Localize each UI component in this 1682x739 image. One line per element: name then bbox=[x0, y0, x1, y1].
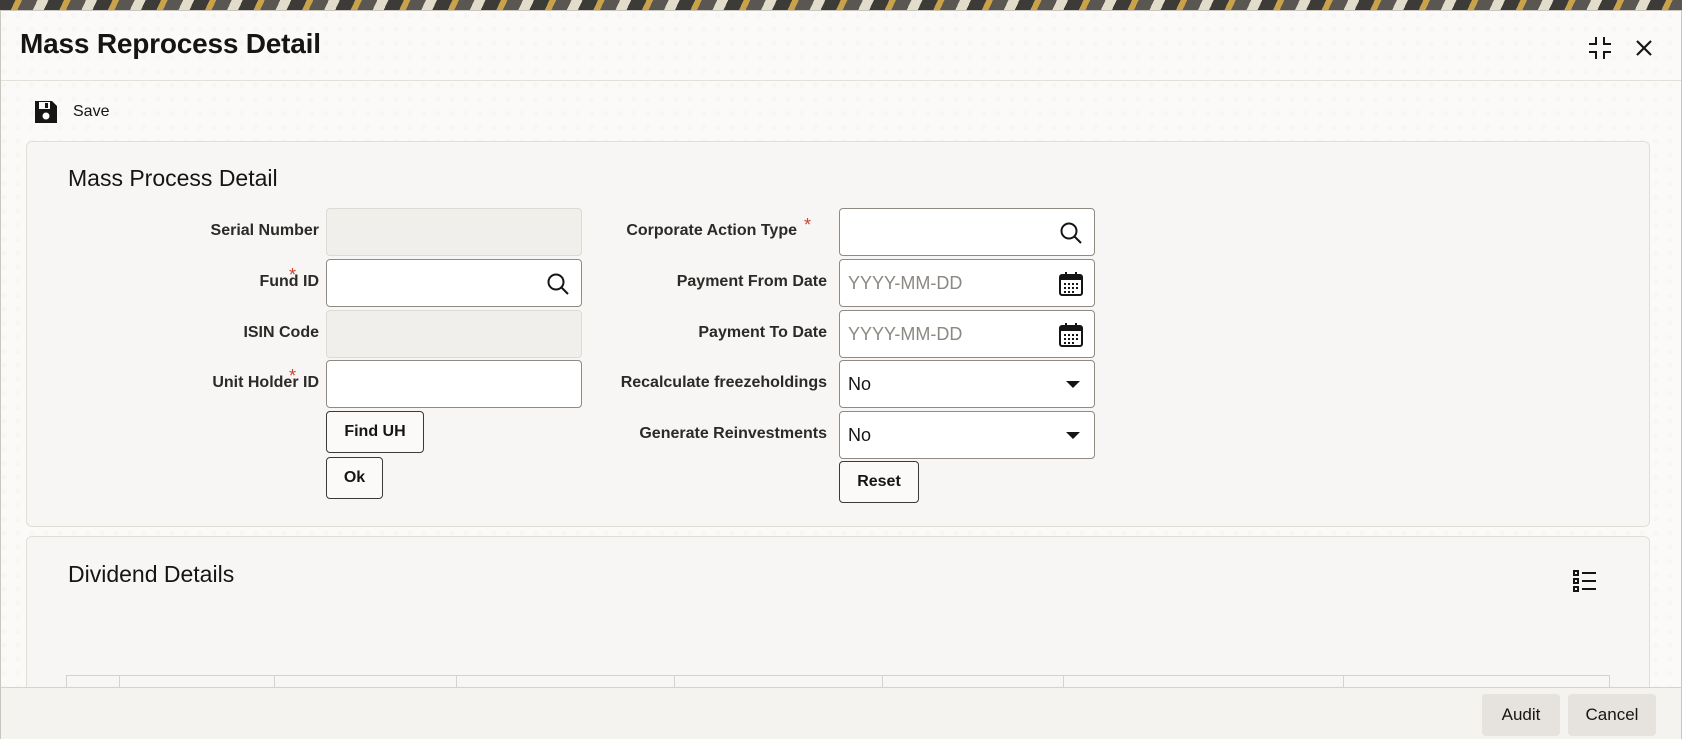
section-title-mass-process: Mass Process Detail bbox=[68, 165, 278, 191]
calendar-icon[interactable] bbox=[1058, 271, 1084, 297]
payment-to-date-label: Payment To Date bbox=[698, 324, 827, 341]
payment-from-date-label: Payment From Date bbox=[676, 273, 827, 290]
corporate-action-type-label: Corporate Action Type bbox=[626, 222, 797, 239]
audit-button[interactable]: Audit bbox=[1482, 694, 1560, 736]
close-icon[interactable] bbox=[1629, 33, 1659, 63]
payment-from-date-input[interactable]: YYYY-MM-DD bbox=[839, 259, 1095, 307]
isin-code-label: ISIN Code bbox=[243, 324, 319, 341]
serial-number-field bbox=[326, 208, 582, 256]
recalculate-freezeholdings-label: Recalculate freezeholdings bbox=[620, 374, 827, 391]
window-header: Mass Reprocess Detail bbox=[1, 11, 1681, 81]
page-title: Mass Reprocess Detail bbox=[20, 28, 321, 59]
recalculate-freezeholdings-value: No bbox=[848, 373, 872, 394]
generate-reinvestments-value: No bbox=[848, 424, 872, 445]
generate-reinvestments-label: Generate Reinvestments bbox=[639, 425, 827, 442]
maximize-icon[interactable] bbox=[1585, 33, 1615, 63]
serial-number-label: Serial Number bbox=[210, 222, 319, 239]
reset-button[interactable]: Reset bbox=[839, 461, 919, 503]
mass-process-panel: Mass Process Detail Serial Number Fund I… bbox=[26, 141, 1650, 527]
unit-holder-id-input[interactable] bbox=[326, 360, 582, 408]
search-icon[interactable] bbox=[545, 271, 571, 297]
fund-id-input[interactable] bbox=[326, 259, 582, 307]
generate-reinvestments-select[interactable]: No bbox=[839, 411, 1095, 459]
isin-code-field bbox=[326, 310, 582, 358]
footer-bar: Audit Cancel bbox=[1, 687, 1681, 739]
corporate-action-type-input[interactable] bbox=[839, 208, 1095, 256]
save-label: Save bbox=[73, 103, 110, 120]
section-title-dividend-details: Dividend Details bbox=[68, 561, 235, 587]
cancel-button[interactable]: Cancel bbox=[1568, 694, 1656, 736]
calendar-icon[interactable] bbox=[1058, 322, 1084, 348]
chevron-down-icon bbox=[1066, 432, 1080, 439]
floppy-disk-icon bbox=[35, 101, 57, 123]
required-marker: * bbox=[289, 265, 297, 285]
required-marker: * bbox=[804, 215, 812, 235]
list-view-icon[interactable] bbox=[1572, 568, 1598, 594]
payment-from-date-placeholder: YYYY-MM-DD bbox=[848, 272, 963, 293]
recalculate-freezeholdings-select[interactable]: No bbox=[839, 360, 1095, 408]
save-button[interactable]: Save bbox=[33, 97, 109, 127]
chevron-down-icon bbox=[1066, 381, 1080, 388]
unit-holder-id-label: Unit Holder ID bbox=[212, 374, 319, 391]
payment-to-date-input[interactable]: YYYY-MM-DD bbox=[839, 310, 1095, 358]
payment-to-date-placeholder: YYYY-MM-DD bbox=[848, 323, 963, 344]
search-icon[interactable] bbox=[1058, 220, 1084, 246]
ok-button[interactable]: Ok bbox=[326, 457, 383, 499]
find-uh-button[interactable]: Find UH bbox=[326, 411, 424, 453]
dividend-details-panel: Dividend Details bbox=[26, 536, 1650, 696]
required-marker: * bbox=[289, 366, 297, 386]
mass-reprocess-window: Mass Reprocess Detail Save Mass Process … bbox=[0, 10, 1682, 739]
decorative-banner bbox=[0, 0, 1682, 10]
